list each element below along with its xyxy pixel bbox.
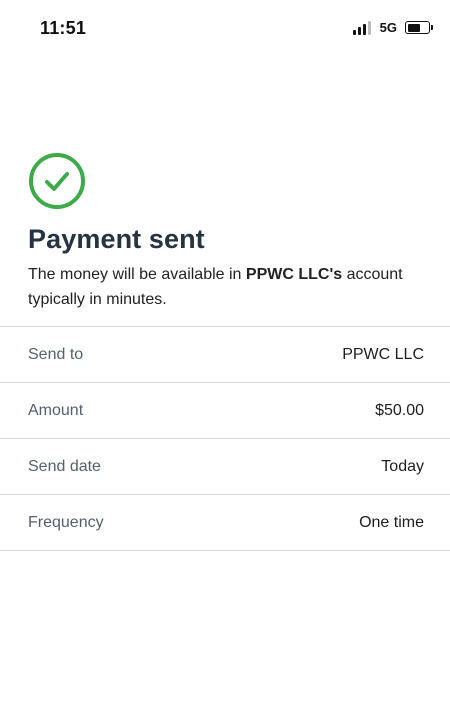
detail-label: Amount: [28, 401, 84, 419]
detail-value: PPWC LLC: [342, 345, 424, 363]
network-type: 5G: [379, 20, 397, 35]
battery-icon: [405, 21, 433, 34]
detail-value: One time: [359, 513, 424, 531]
status-indicators: 5G: [352, 20, 433, 35]
detail-row-send-date: Send date Today: [0, 439, 450, 495]
payment-details-list: Send to PPWC LLC Amount $50.00 Send date…: [0, 326, 450, 551]
detail-value: Today: [381, 457, 424, 475]
detail-row-send-to: Send to PPWC LLC: [0, 327, 450, 383]
status-time: 11:51: [40, 18, 87, 38]
cellular-signal-icon: [352, 20, 371, 35]
status-bar: 11:51 5G: [0, 0, 450, 56]
page-title: Payment sent: [28, 224, 205, 254]
detail-label: Send to: [28, 345, 84, 363]
check-circle-icon: [29, 153, 85, 209]
detail-row-amount: Amount $50.00: [0, 383, 450, 439]
detail-label: Send date: [28, 457, 101, 475]
payment-confirmation-screen: 11:51 5G Payment sent The money will be …: [0, 0, 450, 713]
detail-row-frequency: Frequency One time: [0, 495, 450, 551]
detail-value: $50.00: [375, 401, 424, 419]
confirmation-message: The money will be available in PPWC LLC'…: [28, 262, 428, 312]
payee-name: PPWC LLC's: [245, 266, 343, 283]
message-prefix: The money will be available in: [28, 266, 246, 283]
detail-label: Frequency: [28, 513, 104, 531]
